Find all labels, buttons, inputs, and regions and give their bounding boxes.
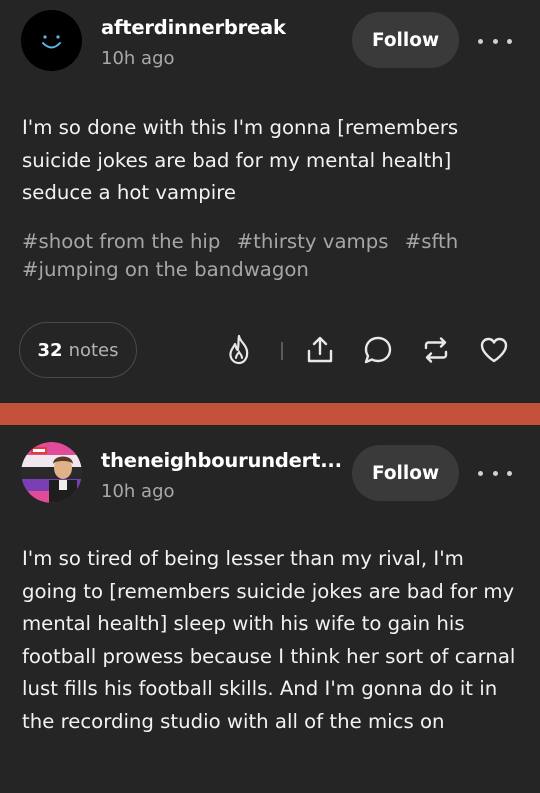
reply-icon[interactable] <box>361 333 395 367</box>
post-body: I'm so done with this I'm gonna [remembe… <box>22 116 459 204</box>
notes-label: notes <box>68 339 119 361</box>
avatar[interactable] <box>21 10 82 71</box>
tag[interactable]: #jumping on the bandwagon <box>22 258 309 281</box>
follow-button[interactable]: Follow <box>352 12 459 68</box>
pride-flag-portrait-avatar <box>21 442 82 503</box>
smiley-face-icon <box>21 10 82 71</box>
avatar[interactable] <box>21 442 82 503</box>
tag[interactable]: #sfth <box>405 230 459 253</box>
heart-icon[interactable] <box>477 333 511 367</box>
post-body: I'm so tired of being lesser than my riv… <box>22 547 516 733</box>
flame-icon[interactable] <box>222 333 256 367</box>
username[interactable]: afterdinnerbreak <box>101 16 286 39</box>
action-separator <box>281 342 283 360</box>
tag-list: #shoot from the hip #thirsty vamps #sfth… <box>22 228 522 284</box>
reblog-icon[interactable] <box>419 333 453 367</box>
post-divider <box>0 403 540 425</box>
notes-count: 32 <box>37 339 63 361</box>
tag[interactable]: #shoot from the hip <box>22 230 220 253</box>
username[interactable]: theneighbourundert... <box>101 449 342 472</box>
follow-button[interactable]: Follow <box>352 445 459 501</box>
post-timestamp: 10h ago <box>101 481 175 502</box>
share-icon[interactable] <box>303 333 337 367</box>
post-timestamp: 10h ago <box>101 48 175 69</box>
notes-button[interactable]: 32 notes <box>19 322 137 378</box>
tag[interactable]: #thirsty vamps <box>237 230 389 253</box>
more-options-icon[interactable] <box>478 463 512 483</box>
more-options-icon[interactable] <box>478 31 512 51</box>
